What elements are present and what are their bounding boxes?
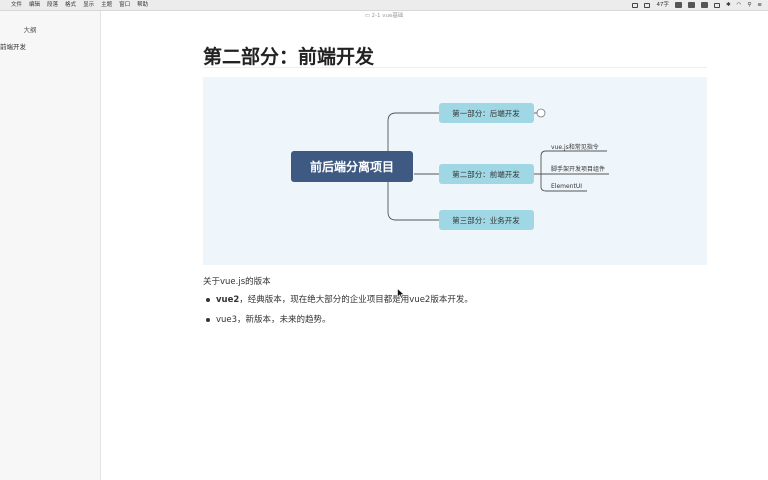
- status-area: 47字 ✱ ◠ ⚲ ≡: [632, 0, 762, 10]
- leaf-node-2-label: 脚手架开发项目组件: [551, 165, 605, 173]
- version-paragraph: 关于vue.js的版本: [203, 277, 271, 287]
- list-item-bold: vue2: [216, 295, 240, 305]
- sidebar: 大纲 前端开发: [0, 11, 101, 480]
- menu-theme[interactable]: 主题: [101, 0, 112, 10]
- leaf-node-3-label: ElementUI: [551, 183, 582, 190]
- window-title: ▭ 2-1 vue基础: [0, 11, 768, 21]
- heading-divider: [203, 67, 707, 68]
- page-title: 第二部分：前端开发: [203, 46, 375, 68]
- display-icon[interactable]: [713, 2, 720, 8]
- document-icon: ▭: [364, 13, 372, 19]
- outline-item-frontend[interactable]: 前端开发: [0, 41, 26, 51]
- branch-node-1-label: 第一部分：后端开发: [452, 108, 520, 118]
- menu-bar: 文件 编辑 段落 格式 显示 主题 窗口 帮助 47字 ✱ ◠ ⚲ ≡: [0, 0, 768, 11]
- menu-paragraph[interactable]: 段落: [47, 0, 58, 10]
- mouse-cursor-icon: [397, 288, 405, 299]
- wifi-icon[interactable]: ◠: [737, 0, 742, 10]
- control-center-icon[interactable]: ≡: [757, 0, 762, 10]
- root-node-label: 前后端分离项目: [310, 159, 394, 174]
- version-list: vue2，经典版本，现在绝大部分的企业项目都是用vue2版本开发。 vue3，新…: [203, 293, 473, 333]
- window-title-text: 2-1 vue基础: [371, 13, 404, 19]
- menu-window[interactable]: 窗口: [119, 0, 130, 10]
- list-item-text: ，经典版本，现在绝大部分的企业项目都是用vue2版本开发。: [239, 295, 473, 305]
- outline-title: 大纲: [23, 26, 37, 34]
- leaf-node-1-label: vue.js和常见指令: [551, 143, 599, 151]
- battery-icon[interactable]: [644, 2, 651, 8]
- search-icon[interactable]: ⚲: [747, 0, 751, 10]
- mindmap-image: 前后端分离项目 第一部分：后端开发 第二部分：前端开发 第三部分：业务开发 vu…: [203, 77, 707, 265]
- bullet-icon: [206, 318, 210, 322]
- bullet-icon: [206, 298, 210, 302]
- app-icon[interactable]: [674, 2, 682, 8]
- branch-node-3-label: 第三部分：业务开发: [452, 215, 520, 225]
- wechat-icon[interactable]: [632, 2, 639, 8]
- menu-format[interactable]: 格式: [65, 0, 76, 10]
- list-item: vue3，新版本，未来的趋势。: [203, 313, 473, 333]
- menu-list: 文件 编辑 段落 格式 显示 主题 窗口 帮助: [11, 0, 148, 10]
- mindmap-svg: 前后端分离项目 第一部分：后端开发 第二部分：前端开发 第三部分：业务开发 vu…: [291, 103, 609, 230]
- menu-file[interactable]: 文件: [11, 0, 22, 10]
- menu-help[interactable]: 帮助: [137, 0, 148, 10]
- record-icon[interactable]: [687, 2, 695, 8]
- menu-view[interactable]: 显示: [83, 0, 94, 10]
- menu-edit[interactable]: 编辑: [29, 0, 40, 10]
- list-item: vue2，经典版本，现在绝大部分的企业项目都是用vue2版本开发。: [203, 293, 473, 313]
- branch-node-2-label: 第二部分：前端开发: [452, 169, 520, 179]
- bluetooth-icon[interactable]: ✱: [726, 0, 731, 10]
- word-count[interactable]: 47字: [656, 0, 669, 10]
- tool-icon[interactable]: [700, 2, 708, 8]
- collapse-icon[interactable]: [536, 108, 546, 118]
- list-item-text: vue3，新版本，未来的趋势。: [216, 315, 331, 325]
